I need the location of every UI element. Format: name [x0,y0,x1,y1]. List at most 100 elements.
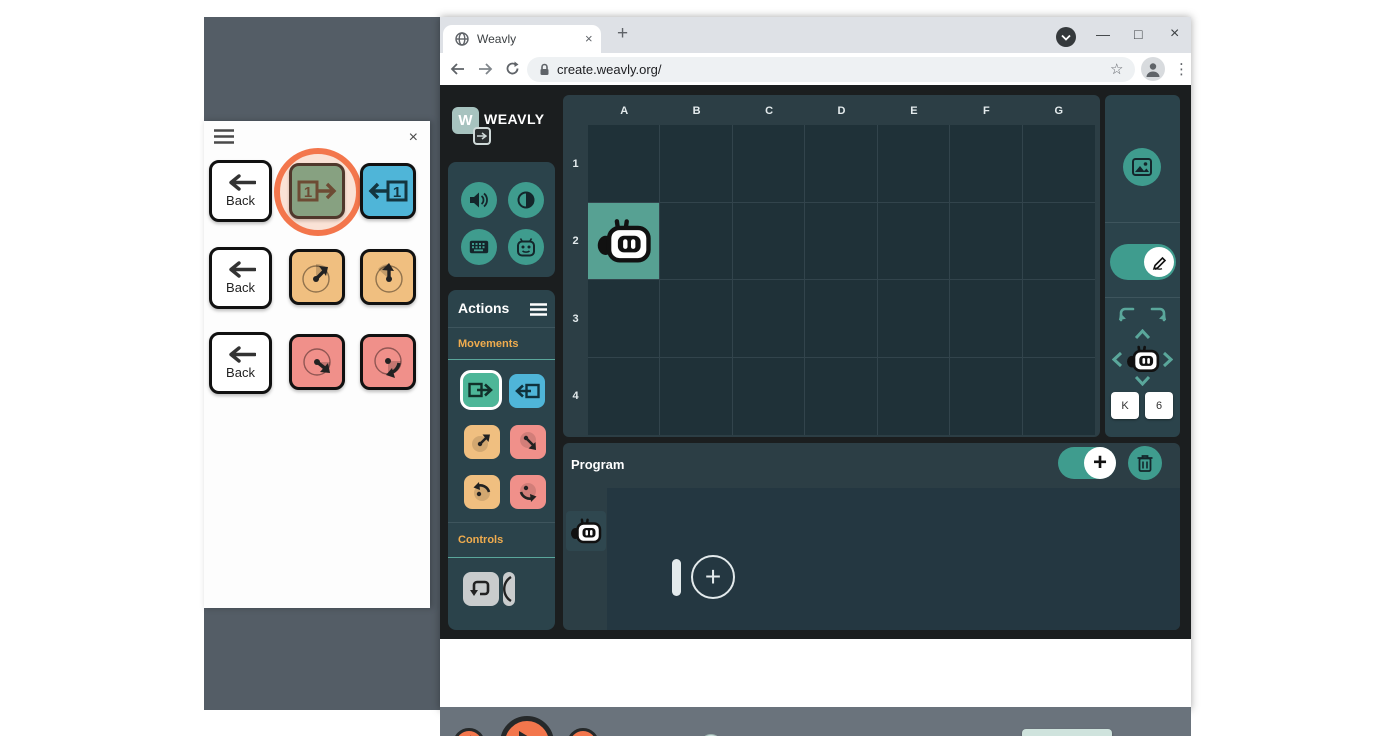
back-arrow-icon [226,174,256,191]
add-node-toggle[interactable]: + [1058,447,1116,479]
browser-back-icon[interactable] [450,62,465,76]
backward-block-overlay[interactable]: 1 [360,163,416,219]
draw-path-toggle[interactable] [1110,244,1176,280]
grid-cell-E4[interactable] [878,358,950,436]
back-button-row2[interactable]: Back [209,247,272,309]
tab-title: Weavly [477,32,516,46]
move-right-chevron[interactable] [1162,351,1173,368]
back-label: Back [226,280,255,295]
grid-cell-G2[interactable] [1023,203,1095,281]
move-left-chevron[interactable] [1112,351,1123,368]
loop-end-block[interactable] [503,572,515,606]
forward-block[interactable] [463,373,499,407]
add-step-button[interactable]: + [691,555,735,599]
pen-knob [1144,247,1174,277]
keyboard-shortcuts-button[interactable] [461,229,497,265]
move-up-chevron[interactable] [1134,329,1151,340]
profile-avatar[interactable] [1141,57,1165,81]
turn-left-90-block[interactable] [510,475,546,509]
stop-button[interactable] [567,728,599,736]
minimize-button[interactable]: — [1096,26,1110,42]
chrome-update-icon[interactable] [1056,27,1076,47]
bookmark-star-icon[interactable]: ☆ [1110,60,1123,78]
refresh-button[interactable] [453,728,485,736]
undo-icon[interactable] [1117,307,1137,322]
turn-right-45-block[interactable] [464,425,500,459]
grid-cell-E1[interactable] [878,125,950,203]
forward-1-icon: 1 [296,177,338,205]
turn-right-90-block-overlay[interactable] [289,334,345,390]
turn-left-45-block[interactable] [510,425,546,459]
grid-cell-F3[interactable] [950,280,1022,358]
chrome-menu-icon[interactable]: ⋮ [1174,60,1189,78]
grid-cell-C3[interactable] [733,280,805,358]
turn-right-45-icon [297,257,337,297]
divider [448,359,555,360]
grid-cell-B3[interactable] [660,280,732,358]
browser-forward-icon[interactable] [478,62,493,76]
theme-contrast-button[interactable] [508,182,544,218]
overlay-menu-icon[interactable] [213,128,235,145]
maximize-button[interactable]: □ [1134,26,1142,42]
position-column-button[interactable]: K [1111,392,1139,419]
grid-cell-E3[interactable] [878,280,950,358]
grid-cell-G1[interactable] [1023,125,1095,203]
audio-feedback-button[interactable] [461,182,497,218]
turn-right-45-block-overlay[interactable] [289,249,345,305]
grid-cell-D1[interactable] [805,125,877,203]
divider [1105,297,1180,298]
grid-cell-F4[interactable] [950,358,1022,436]
play-button[interactable] [500,716,554,736]
position-row-button[interactable]: 6 [1145,392,1173,419]
background-picker-button[interactable] [1123,148,1161,186]
browser-tab[interactable]: Weavly × [443,25,601,53]
grid-cell-D2[interactable] [805,203,877,281]
grid-cell-B4[interactable] [660,358,732,436]
grid-cell-A2-character[interactable] [588,203,660,281]
omnibox[interactable]: create.weavly.org/ [527,57,1135,82]
grid-cell-A3[interactable] [588,280,660,358]
forward-block-overlay[interactable]: 1 [289,163,345,219]
actions-menu-icon[interactable] [530,303,547,316]
grid-cell-F1[interactable] [950,125,1022,203]
scene-grid [588,125,1095,435]
loop-block[interactable] [463,572,499,606]
overlay-close-icon[interactable]: × [409,129,418,147]
grid-cell-G3[interactable] [1023,280,1095,358]
redo-icon[interactable] [1148,307,1168,322]
grid-cell-C4[interactable] [733,358,805,436]
grid-cell-F2[interactable] [950,203,1022,281]
url-text: create.weavly.org/ [557,62,662,77]
grid-cell-C2[interactable] [733,203,805,281]
move-down-chevron[interactable] [1134,375,1151,386]
browser-reload-icon[interactable] [505,61,520,76]
backward-block[interactable] [509,374,545,408]
tab-close-icon[interactable]: × [585,31,593,46]
svg-text:1: 1 [304,184,312,201]
movements-label: Movements [458,338,519,350]
character-picker-button[interactable] [508,229,544,265]
new-tab-button[interactable]: + [617,23,628,45]
window-close-button[interactable]: × [1170,25,1179,43]
turn-right-90-block[interactable] [464,475,500,509]
browser-address-bar: create.weavly.org/ ☆ ⋮ [440,53,1191,85]
grid-cell-B1[interactable] [660,125,732,203]
grid-cell-D3[interactable] [805,280,877,358]
grid-cell-D4[interactable] [805,358,877,436]
grid-cell-C1[interactable] [733,125,805,203]
program-character-button[interactable] [566,511,606,551]
grid-cell-A1[interactable] [588,125,660,203]
back-button-row3[interactable]: Back [209,332,272,394]
turn-left-45-block-overlay[interactable] [360,249,416,305]
browser-tab-strip: Weavly × + — □ × [440,17,1191,53]
grid-cell-A4[interactable] [588,358,660,436]
grid-cell-E2[interactable] [878,203,950,281]
delete-all-button[interactable] [1128,446,1162,480]
divider [448,522,555,523]
back-button-row1[interactable]: Back [209,160,272,222]
grid-cell-B2[interactable] [660,203,732,281]
trash-icon [1137,454,1153,472]
grid-cell-G4[interactable] [1023,358,1095,436]
share-button[interactable]: Share [1022,729,1112,736]
turn-right-180-block-overlay[interactable] [360,334,416,390]
